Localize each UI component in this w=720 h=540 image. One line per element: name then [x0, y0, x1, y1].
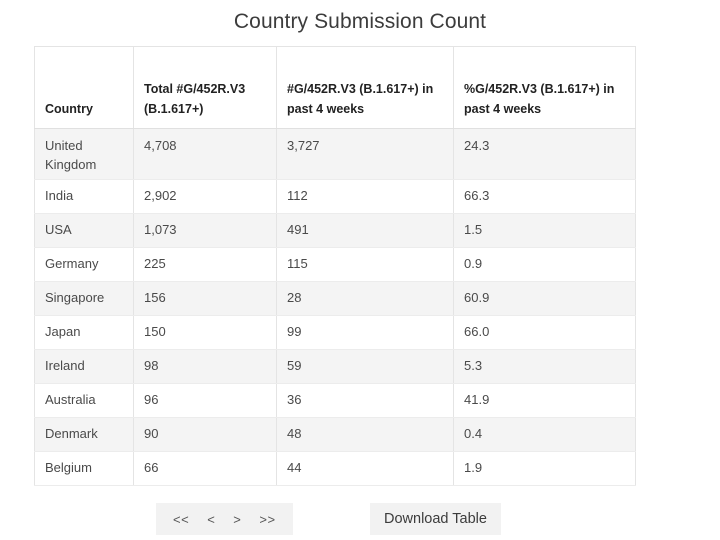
- column-header-total[interactable]: Total #G/452R.V3 (B.1.617+): [133, 46, 277, 129]
- cell-pct-past-4-weeks: 60.9: [453, 281, 636, 316]
- cell-pct-past-4-weeks: 1.9: [453, 451, 636, 486]
- cell-total: 150: [133, 315, 277, 350]
- cell-total: 1,073: [133, 213, 277, 248]
- column-header-country[interactable]: Country: [34, 46, 134, 129]
- cell-total: 98: [133, 349, 277, 384]
- download-table-button[interactable]: Download Table: [370, 503, 501, 535]
- page-root: Country Submission Count Country Total #…: [0, 0, 720, 540]
- cell-total: 66: [133, 451, 277, 486]
- cell-pct-past-4-weeks: 66.3: [453, 179, 636, 214]
- table-row[interactable]: United Kingdom 4,708 3,727 24.3: [34, 128, 636, 180]
- table-row[interactable]: Belgium 66 44 1.9: [34, 451, 636, 486]
- cell-country: United Kingdom: [34, 128, 134, 180]
- cell-pct-past-4-weeks: 66.0: [453, 315, 636, 350]
- cell-past-4-weeks: 28: [276, 281, 454, 316]
- table-row[interactable]: Denmark 90 48 0.4: [34, 417, 636, 452]
- cell-past-4-weeks: 48: [276, 417, 454, 452]
- cell-past-4-weeks: 491: [276, 213, 454, 248]
- cell-total: 2,902: [133, 179, 277, 214]
- cell-pct-past-4-weeks: 5.3: [453, 349, 636, 384]
- cell-pct-past-4-weeks: 41.9: [453, 383, 636, 418]
- cell-pct-past-4-weeks: 24.3: [453, 128, 636, 180]
- table-row[interactable]: Australia 96 36 41.9: [34, 383, 636, 418]
- cell-past-4-weeks: 99: [276, 315, 454, 350]
- table-row[interactable]: Singapore 156 28 60.9: [34, 281, 636, 316]
- cell-past-4-weeks: 112: [276, 179, 454, 214]
- pagination-controls[interactable]: << < > >>: [156, 503, 293, 535]
- last-page-button[interactable]: >>: [250, 509, 284, 530]
- table-row[interactable]: India 2,902 112 66.3: [34, 179, 636, 214]
- page-title: Country Submission Count: [233, 10, 487, 33]
- table-row[interactable]: Germany 225 115 0.9: [34, 247, 636, 282]
- cell-past-4-weeks: 115: [276, 247, 454, 282]
- table-body: United Kingdom 4,708 3,727 24.3 India 2,902 11…: [34, 128, 636, 486]
- cell-country: Australia: [34, 383, 134, 418]
- cell-country: Singapore: [34, 281, 134, 316]
- table-row[interactable]: Japan 150 99 66.0: [34, 315, 636, 350]
- cell-past-4-weeks: 59: [276, 349, 454, 384]
- cell-past-4-weeks: 36: [276, 383, 454, 418]
- cell-country: Germany: [34, 247, 134, 282]
- cell-country: USA: [34, 213, 134, 248]
- table-footer: << < > >> Download Table: [34, 503, 635, 537]
- next-page-button[interactable]: >: [224, 509, 250, 530]
- cell-total: 90: [133, 417, 277, 452]
- cell-total: 4,708: [133, 128, 277, 180]
- cell-country: Belgium: [34, 451, 134, 486]
- column-header-pct-past4wk[interactable]: %G/452R.V3 (B.1.617+) in past 4 weeks: [453, 46, 636, 129]
- cell-past-4-weeks: 3,727: [276, 128, 454, 180]
- country-submission-table-container: Country Total #G/452R.V3 (B.1.617+) #G/4…: [34, 46, 636, 486]
- table-header: Country Total #G/452R.V3 (B.1.617+) #G/4…: [34, 46, 636, 129]
- cell-country: India: [34, 179, 134, 214]
- cell-total: 96: [133, 383, 277, 418]
- cell-past-4-weeks: 44: [276, 451, 454, 486]
- cell-country: Denmark: [34, 417, 134, 452]
- cell-country: Ireland: [34, 349, 134, 384]
- cell-total: 156: [133, 281, 277, 316]
- cell-pct-past-4-weeks: 0.9: [453, 247, 636, 282]
- column-header-past4wk[interactable]: #G/452R.V3 (B.1.617+) in past 4 weeks: [276, 46, 454, 129]
- cell-pct-past-4-weeks: 0.4: [453, 417, 636, 452]
- cell-country: Japan: [34, 315, 134, 350]
- first-page-button[interactable]: <<: [164, 509, 198, 530]
- table-header-row: Country Total #G/452R.V3 (B.1.617+) #G/4…: [34, 46, 636, 129]
- table-row[interactable]: Ireland 98 59 5.3: [34, 349, 636, 384]
- table-row[interactable]: USA 1,073 491 1.5: [34, 213, 636, 248]
- prev-page-button[interactable]: <: [198, 509, 224, 530]
- cell-total: 225: [133, 247, 277, 282]
- cell-pct-past-4-weeks: 1.5: [453, 213, 636, 248]
- country-submission-table: Country Total #G/452R.V3 (B.1.617+) #G/4…: [34, 46, 636, 486]
